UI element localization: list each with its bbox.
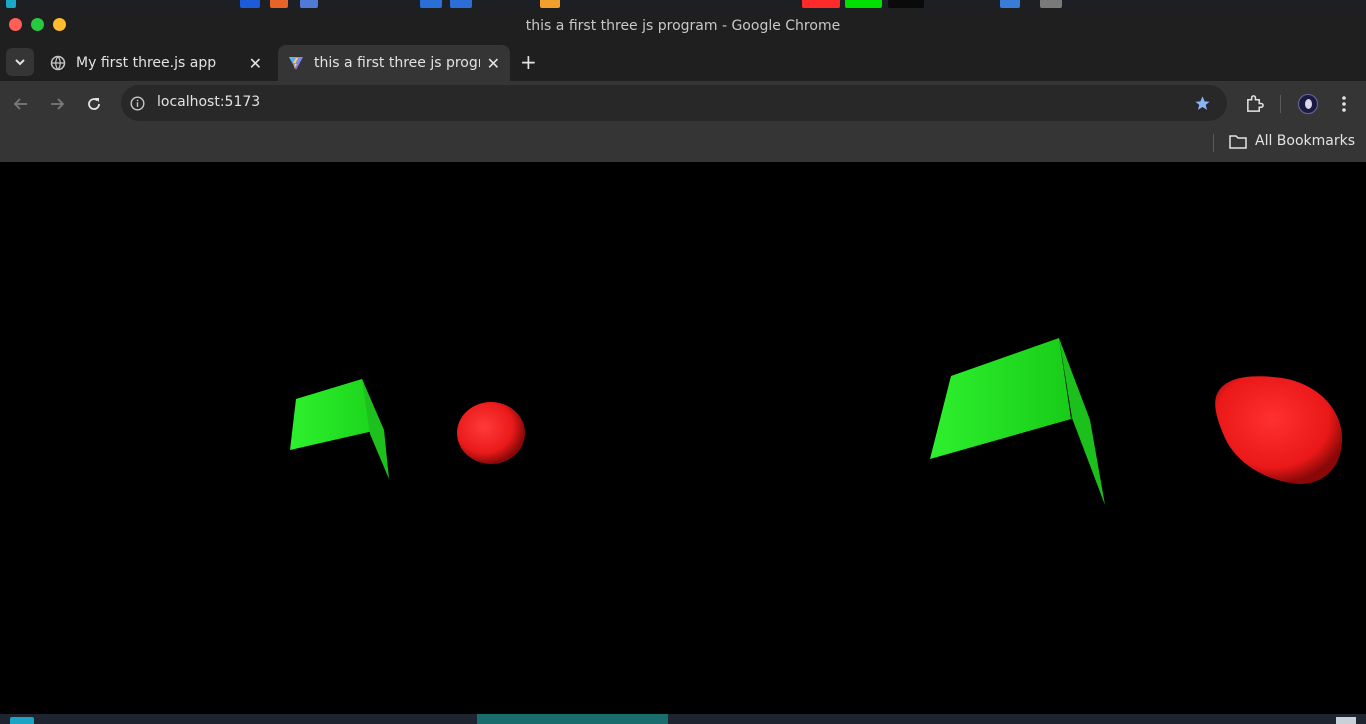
tab-three-js-program[interactable]: this a first three js progra ✕ [278,45,510,81]
system-taskbar [0,714,1366,724]
tab-label: this a first three js progra [314,55,480,71]
browser-toolbar: localhost:5173 [0,81,1366,127]
volume-icon[interactable] [1040,0,1062,8]
arrow-left-icon[interactable] [13,96,29,112]
extensions-icon[interactable] [1245,94,1264,113]
start-menu-icon[interactable] [10,717,34,724]
tab-my-first-threejs-app[interactable]: My first three.js app ✕ [40,45,272,81]
folder-icon [1229,134,1247,149]
close-tab-icon[interactable]: ✕ [487,54,500,73]
profile-avatar[interactable] [1298,94,1318,114]
tray-app-icon[interactable] [240,0,260,8]
all-bookmarks-button[interactable]: All Bookmarks [1229,133,1355,149]
tray-app-icon[interactable] [300,0,318,8]
tab-strip: My first three.js app ✕ this a first thr… [0,40,1366,81]
system-top-bar [0,0,1366,10]
tray-app-icon[interactable] [420,0,442,8]
close-tab-icon[interactable]: ✕ [249,54,262,73]
all-bookmarks-label: All Bookmarks [1255,133,1356,149]
right-plane-mesh [930,338,1105,505]
tray-app-icon[interactable] [270,0,288,8]
taskbar-active-window[interactable] [477,714,668,724]
bookmarks-bar: All Bookmarks [0,127,1366,162]
bookmark-star-icon[interactable] [1194,95,1211,112]
window-title: this a first three js program - Google C… [525,18,841,34]
url-text[interactable]: localhost:5173 [157,94,260,110]
tab-search-button[interactable] [6,48,34,76]
threejs-canvas[interactable] [0,162,1366,714]
right-sphere-mesh [1215,376,1343,484]
new-tab-button[interactable]: + [520,50,537,74]
window-title-bar: this a first three js program - Google C… [0,10,1366,40]
tab-label: My first three.js app [76,55,217,71]
more-menu-icon[interactable] [1336,95,1352,113]
arrow-right-icon[interactable] [49,96,65,112]
tray-app-icon[interactable] [540,0,560,8]
reload-icon[interactable] [86,96,102,112]
chevron-down-icon [15,59,25,66]
address-bar[interactable]: localhost:5173 [121,85,1227,121]
tray-monitor-icon [888,0,924,8]
keyboard-layout-icon[interactable] [1000,0,1020,8]
vite-logo-icon [289,57,303,70]
tray-monitor-icon [802,0,840,8]
site-info-icon[interactable] [130,96,145,111]
toolbar-divider [1280,95,1281,113]
bookmarks-divider [1213,134,1214,152]
tray-monitor-icon [845,0,882,8]
left-sphere-mesh [457,402,525,464]
scene-render [290,338,1343,505]
left-plane-mesh [290,379,389,479]
globe-icon [50,55,66,71]
app-launcher-icon[interactable] [6,0,16,8]
tray-app-icon[interactable] [450,0,472,8]
show-desktop-icon[interactable] [1336,717,1356,724]
